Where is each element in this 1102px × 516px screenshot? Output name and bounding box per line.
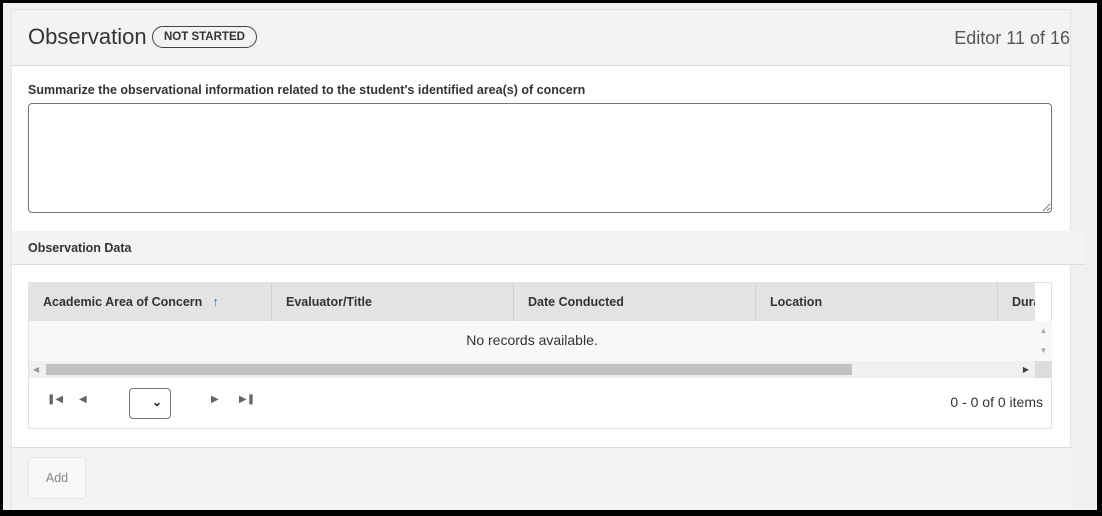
column-header-duration[interactable]: Dura: [998, 283, 1035, 321]
column-label: Academic Area of Concern: [43, 295, 203, 309]
grid-empty-row: No records available.: [29, 321, 1035, 361]
sort-ascending-icon: ↑: [212, 295, 219, 309]
last-page-icon[interactable]: ▶❚: [239, 394, 255, 405]
editor-counter: Editor 11 of 16: [954, 28, 1070, 48]
next-page-icon[interactable]: ▶: [211, 394, 219, 405]
column-label: Date Conducted: [528, 295, 624, 309]
status-badge: NOT STARTED: [152, 26, 257, 48]
column-label: Dura: [1012, 295, 1035, 309]
vertical-scrollbar[interactable]: ▲ ▼: [1035, 321, 1052, 361]
window-frame: Observation NOT STARTED Editor 11 of 16 …: [3, 3, 1097, 510]
column-label: Location: [770, 295, 823, 309]
horizontal-scroll-thumb[interactable]: [46, 364, 852, 375]
chevron-down-icon: ⌄: [151, 395, 162, 409]
editor-header: Observation NOT STARTED Editor 11 of 16: [12, 10, 1070, 66]
pager-info: 0 - 0 of 0 items: [950, 394, 1043, 410]
section-title: Observation Data: [28, 241, 132, 255]
add-button[interactable]: Add: [28, 457, 86, 499]
scrollbar-corner: [1035, 361, 1052, 378]
prev-page-icon[interactable]: ◀: [79, 394, 87, 405]
page-title: Observation: [28, 24, 147, 49]
column-header-academic-area[interactable]: Academic Area of Concern ↑: [29, 283, 272, 321]
scroll-down-icon[interactable]: ▼: [1035, 341, 1052, 361]
scroll-up-icon[interactable]: ▲: [1035, 321, 1052, 341]
column-header-date-conducted[interactable]: Date Conducted: [514, 283, 756, 321]
page-size-select[interactable]: ⌄: [129, 388, 171, 419]
scroll-right-icon[interactable]: ▶: [1023, 361, 1029, 378]
observation-editor-panel: Observation NOT STARTED Editor 11 of 16 …: [11, 9, 1086, 510]
summary-textarea[interactable]: [28, 103, 1052, 213]
column-label: Evaluator/Title: [286, 295, 372, 309]
editor-footer: Add: [12, 447, 1072, 510]
column-header-location[interactable]: Location: [756, 283, 998, 321]
column-header-evaluator[interactable]: Evaluator/Title: [272, 283, 514, 321]
scroll-left-icon[interactable]: ◀: [33, 361, 39, 378]
horizontal-scrollbar[interactable]: ◀ ▶: [29, 361, 1035, 378]
grid-pager: ❚◀ ◀ ⌄ ▶ ▶❚ 0 - 0 of 0 items: [29, 378, 1051, 428]
first-page-icon[interactable]: ❚◀: [47, 394, 63, 405]
observation-data-grid: Academic Area of Concern ↑ Evaluator/Titl…: [28, 282, 1052, 429]
empty-message: No records available.: [466, 332, 598, 348]
grid-header: Academic Area of Concern ↑ Evaluator/Titl…: [29, 283, 1035, 321]
summary-label: Summarize the observational information …: [28, 83, 586, 97]
observation-data-section-header: Observation Data: [12, 231, 1086, 265]
